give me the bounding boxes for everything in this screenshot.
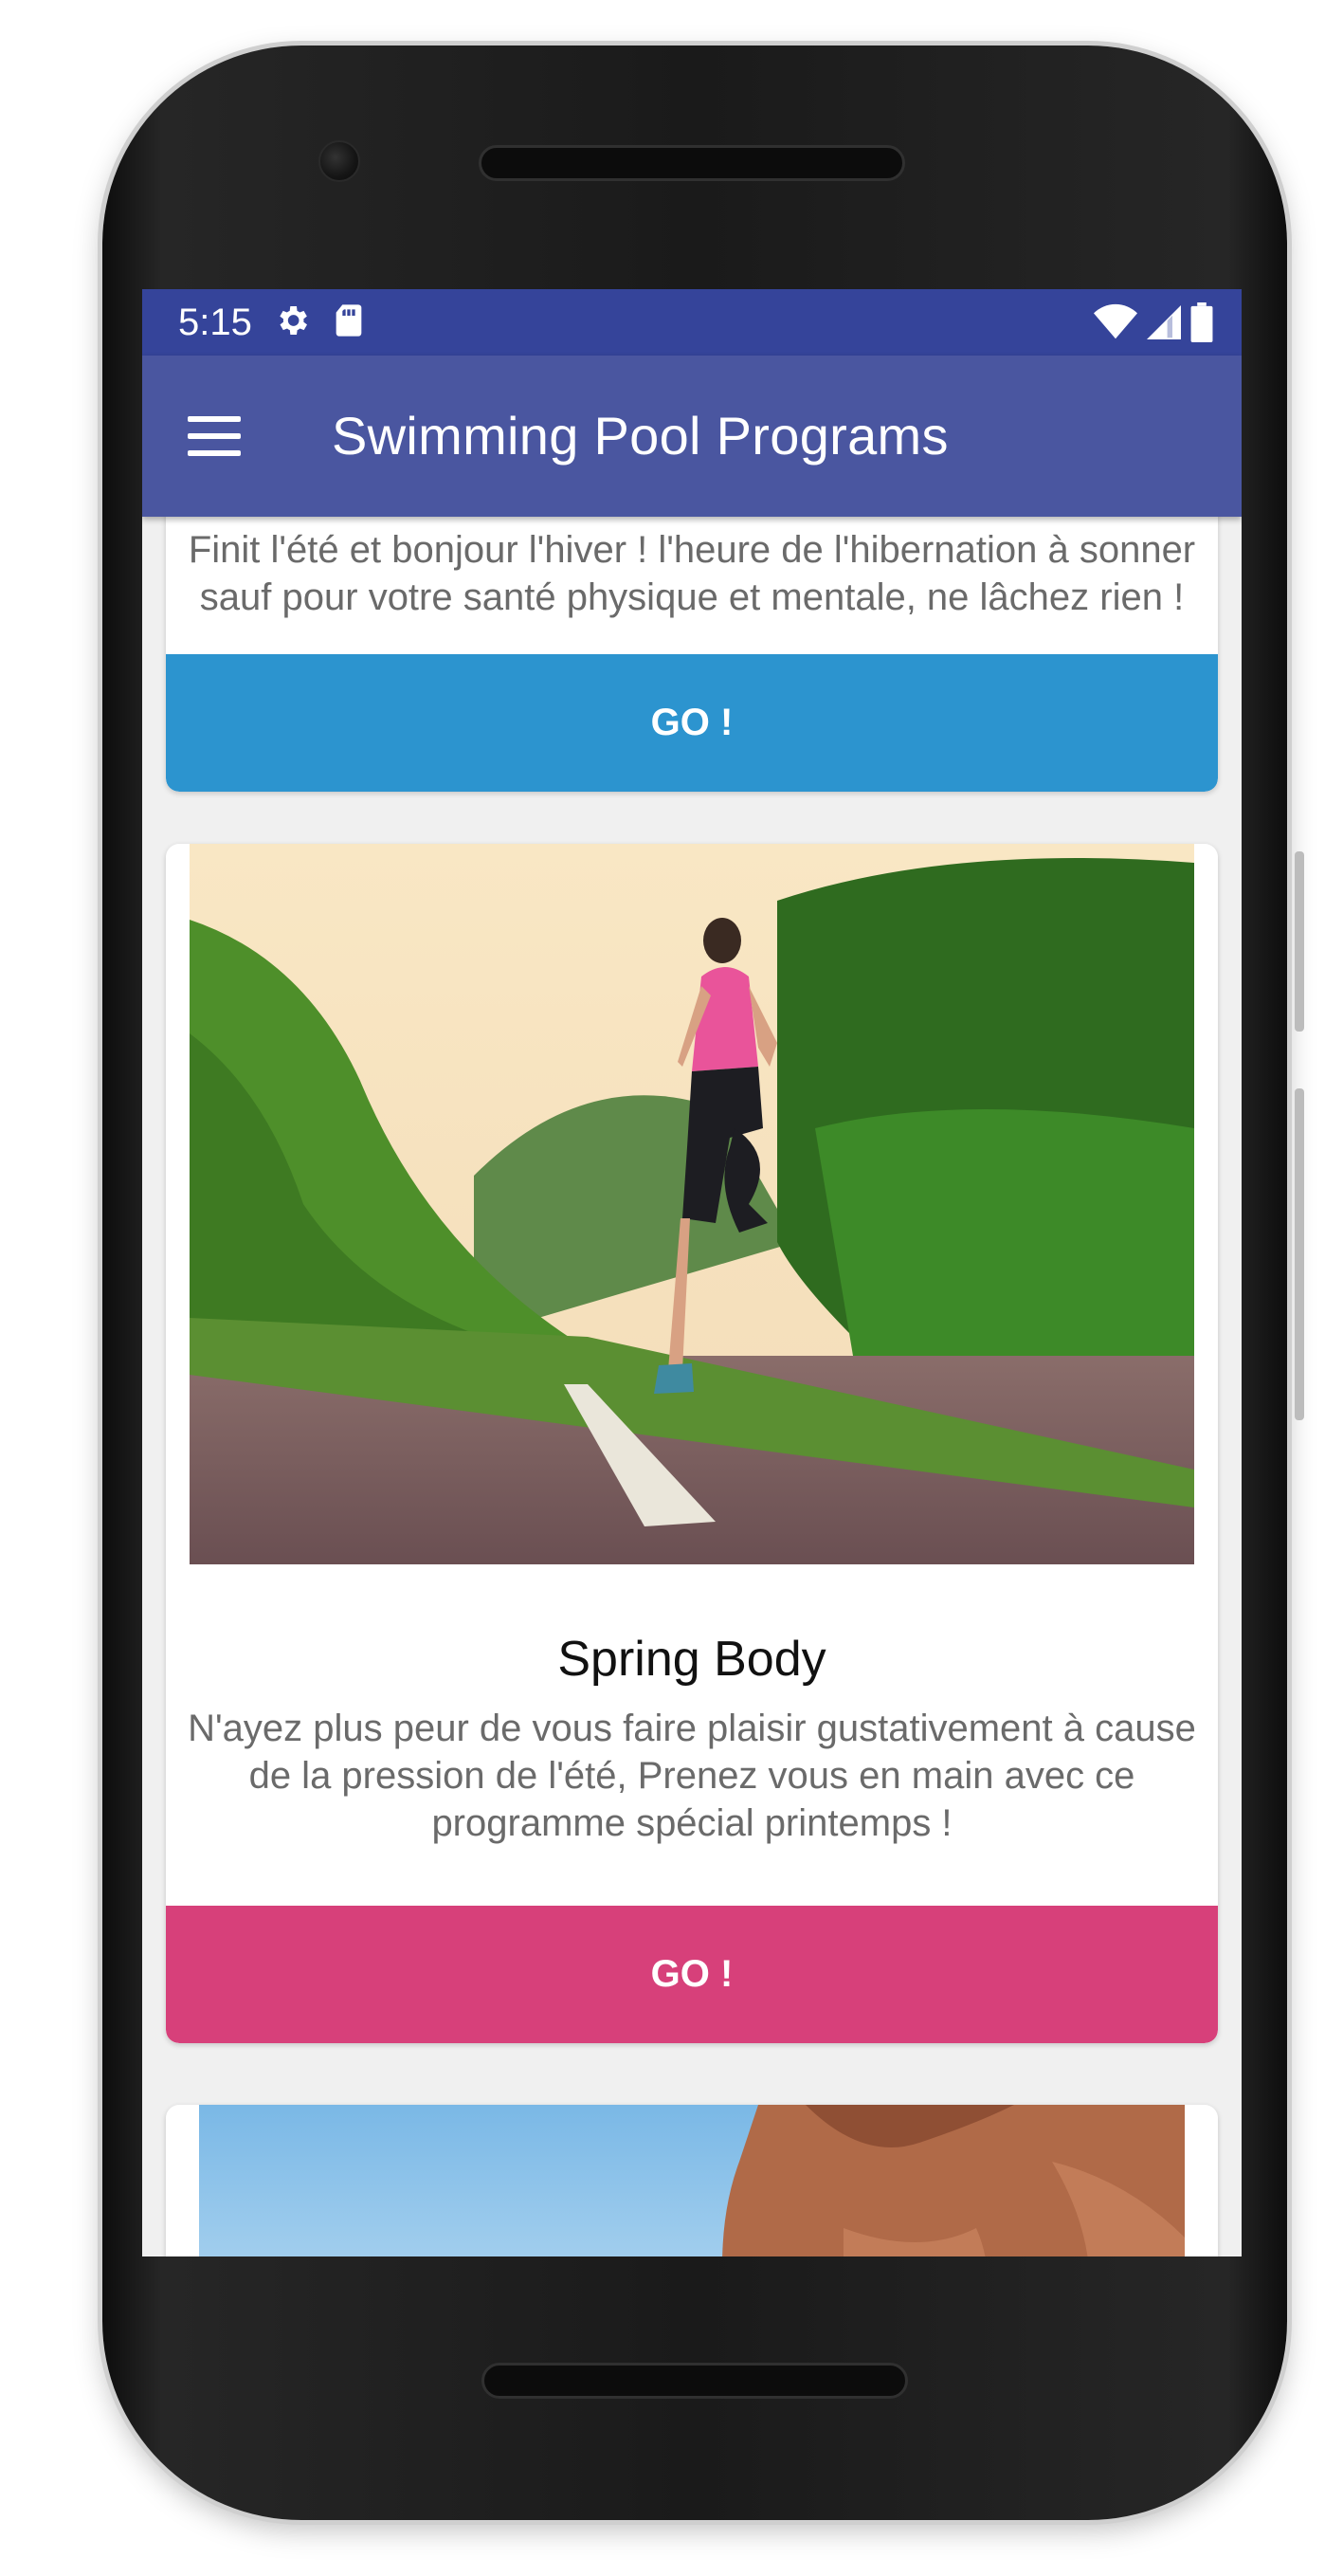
phone-screen: 5:15 Swimming Pool Programs Finit l'été — [142, 289, 1242, 2256]
program-description: N'ayez plus peur de vous faire plaisir g… — [188, 1708, 1196, 1844]
go-button[interactable]: GO ! — [166, 654, 1218, 792]
bottom-speaker — [481, 2363, 908, 2399]
program-list[interactable]: Finit l'été et bonjour l'hiver ! l'heure… — [142, 517, 1242, 2256]
program-title: Spring Body — [557, 1632, 826, 1687]
program-card: Finit l'été et bonjour l'hiver ! l'heure… — [166, 517, 1218, 792]
top-speaker — [479, 145, 905, 181]
sd-card-icon — [332, 301, 366, 344]
athlete-photo — [199, 2105, 1185, 2256]
program-description: Finit l'été et bonjour l'hiver ! l'heure… — [188, 529, 1196, 618]
program-card: Spring Body N'ayez plus peur de vous fai… — [166, 844, 1218, 2043]
battery-icon — [1190, 302, 1213, 347]
cell-signal-icon — [1147, 303, 1181, 346]
gear-icon — [273, 301, 311, 344]
app-bar: Swimming Pool Programs — [142, 356, 1242, 517]
hamburger-menu-icon[interactable] — [188, 416, 241, 456]
front-camera — [318, 140, 360, 182]
volume-button — [1295, 1088, 1304, 1420]
go-button[interactable]: GO ! — [166, 1906, 1218, 2043]
app-title: Swimming Pool Programs — [332, 406, 949, 466]
wifi-icon — [1094, 303, 1137, 346]
status-time: 5:15 — [178, 301, 252, 343]
status-icons-right — [1094, 302, 1213, 347]
runner-photo — [190, 844, 1194, 1564]
power-button — [1295, 851, 1304, 1032]
program-card — [166, 2105, 1218, 2256]
status-bar: 5:15 — [142, 289, 1242, 356]
